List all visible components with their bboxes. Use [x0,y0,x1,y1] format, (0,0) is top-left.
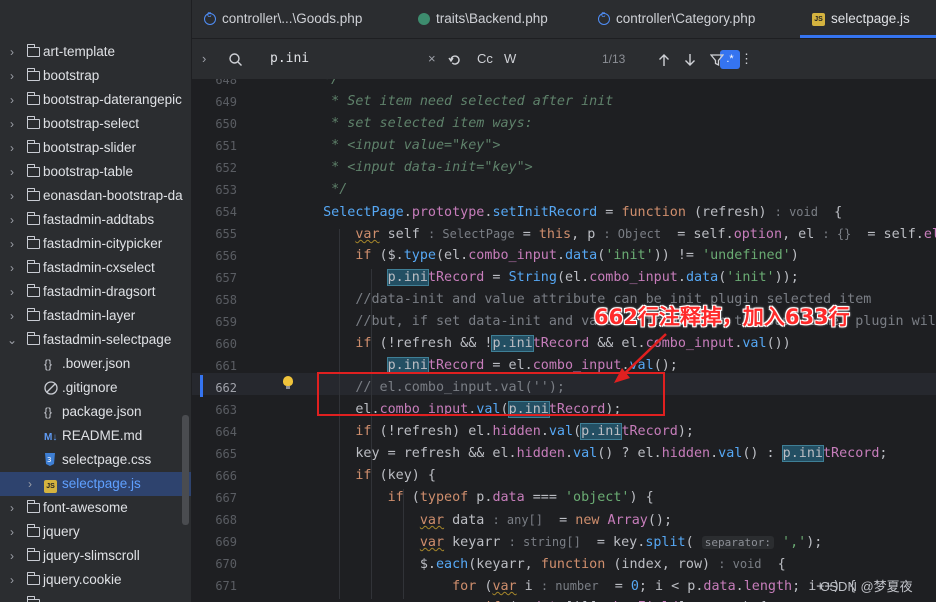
annotation-text: 662行注释掉，加入633行 [594,305,850,329]
watermark: CSDN @梦夏夜 [820,579,913,594]
